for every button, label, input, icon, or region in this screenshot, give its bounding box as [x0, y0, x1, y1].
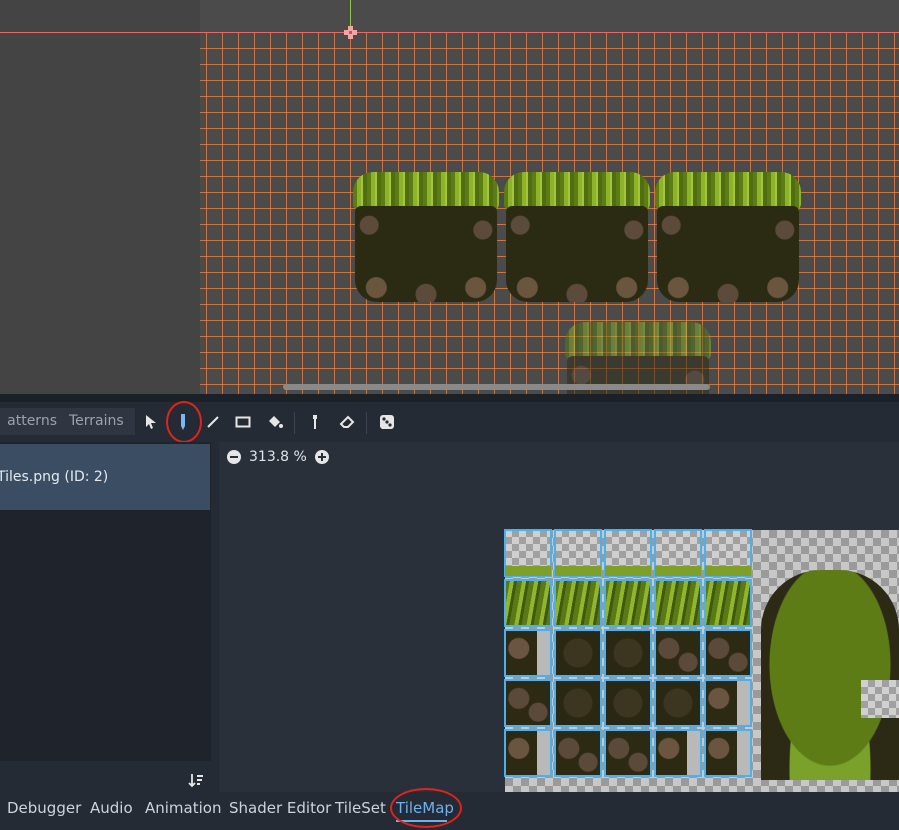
zoom-level: 313.8 %: [249, 449, 307, 465]
atlas-tile[interactable]: [554, 679, 602, 727]
picker-tool-button[interactable]: [303, 410, 327, 434]
zoom-out-button[interactable]: [227, 450, 241, 464]
tab-terrains[interactable]: Terrains: [58, 408, 135, 435]
placed-tile-block[interactable]: [353, 172, 499, 302]
atlas-tile[interactable]: [604, 579, 652, 627]
atlas-tile[interactable]: [504, 629, 552, 677]
tab-audio[interactable]: Audio: [90, 798, 133, 818]
block-dirt: [657, 206, 799, 302]
select-tool-button[interactable]: [139, 410, 163, 434]
toolbar-separator: [294, 412, 295, 434]
line-tool-button[interactable]: [201, 410, 225, 434]
eraser-tool-button[interactable]: [335, 410, 359, 434]
tab-shader-editor[interactable]: Shader Editor: [229, 798, 331, 818]
atlas-tile[interactable]: [554, 729, 602, 777]
source-item[interactable]: Tiles.png (ID: 2): [0, 444, 210, 510]
block-dirt: [506, 206, 648, 302]
placed-tile-block[interactable]: [504, 172, 650, 302]
atlas-tile[interactable]: [704, 679, 752, 727]
bottom-panel-tabs: Debugger Audio Animation Shader Editor T…: [0, 788, 899, 828]
atlas-tile[interactable]: [504, 529, 552, 577]
bucket-tool-button[interactable]: [263, 410, 287, 434]
atlas-tile[interactable]: [504, 679, 552, 727]
tilemap-panel: atterns Terrains Tiles.png (ID: 2) 313.8…: [0, 394, 899, 830]
atlas-tile[interactable]: [704, 629, 752, 677]
block-grass: [504, 172, 650, 210]
tab-tileset[interactable]: TileSet: [335, 798, 386, 818]
atlas-tile[interactable]: [554, 629, 602, 677]
random-tile-button[interactable]: [375, 410, 399, 434]
tile-atlas[interactable]: [504, 529, 899, 792]
picker-icon: [313, 415, 317, 429]
line-icon: [207, 416, 219, 428]
atlas-tile[interactable]: [504, 729, 552, 777]
atlas-tile[interactable]: [554, 579, 602, 627]
atlas-tile[interactable]: [654, 629, 702, 677]
block-dirt: [355, 206, 497, 302]
source-item-label: Tiles.png (ID: 2): [0, 469, 109, 485]
zoom-controls: 313.8 %: [227, 448, 329, 466]
rectangle-icon: [235, 416, 251, 428]
tab-animation[interactable]: Animation: [145, 798, 221, 818]
atlas-tile[interactable]: [704, 579, 752, 627]
annotation-circle: [166, 401, 202, 443]
viewport-horizontal-scrollbar[interactable]: [283, 384, 710, 390]
toolbar-separator: [366, 412, 367, 434]
atlas-tile[interactable]: [704, 529, 752, 577]
zoom-in-button[interactable]: [314, 450, 329, 464]
atlas-tile[interactable]: [654, 679, 702, 727]
atlas-transparent-gap: [861, 680, 899, 718]
tab-debugger[interactable]: Debugger: [7, 798, 81, 818]
panel-splitter[interactable]: [0, 394, 899, 402]
atlas-tile[interactable]: [654, 729, 702, 777]
viewport-outside-area: [0, 0, 200, 394]
atlas-tile[interactable]: [554, 529, 602, 577]
block-grass: [565, 322, 711, 360]
atlas-tile[interactable]: [604, 629, 652, 677]
bucket-icon: [269, 416, 283, 428]
select-arrow-icon: [146, 415, 156, 429]
sort-sources-icon[interactable]: [188, 772, 204, 788]
atlas-tile[interactable]: [604, 529, 652, 577]
placed-tile-block[interactable]: [655, 172, 801, 302]
atlas-view[interactable]: 313.8 %: [219, 442, 899, 792]
eraser-icon: [339, 415, 355, 428]
block-grass: [353, 172, 499, 210]
atlas-large-tile[interactable]: [761, 570, 899, 780]
atlas-tile[interactable]: [604, 679, 652, 727]
tile-sources-list: Tiles.png (ID: 2): [0, 442, 211, 761]
atlas-tile[interactable]: [704, 729, 752, 777]
rect-tool-button[interactable]: [231, 410, 255, 434]
origin-marker-icon: [344, 26, 357, 39]
atlas-tile-grid: [504, 529, 755, 780]
scene-viewport[interactable]: [0, 0, 899, 394]
atlas-tile[interactable]: [504, 579, 552, 627]
atlas-tile[interactable]: [654, 529, 702, 577]
dice-icon: [380, 415, 394, 429]
annotation-circle: [390, 788, 462, 828]
x-axis-line: [0, 32, 899, 33]
block-grass: [655, 172, 801, 210]
tilemap-toolbar: atterns Terrains: [0, 401, 899, 443]
atlas-tile[interactable]: [654, 579, 702, 627]
atlas-tile[interactable]: [604, 729, 652, 777]
